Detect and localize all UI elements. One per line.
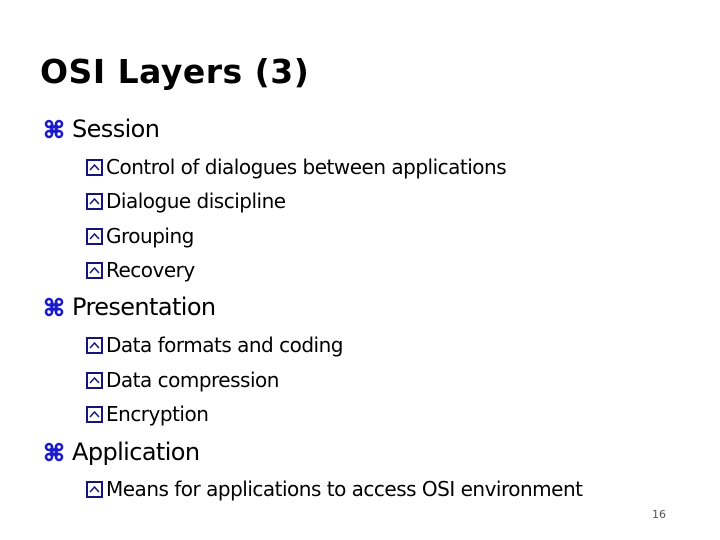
sub-bullet-text: Data compression	[106, 368, 279, 392]
sub-bullet: Data formats and coding	[86, 331, 343, 359]
bullet-presentation: Presentation	[44, 291, 216, 323]
sub-bullet-text: Grouping	[106, 224, 194, 248]
sub-bullet-text: Recovery	[106, 258, 195, 282]
sub-bullet: Grouping	[86, 222, 194, 250]
slide: OSI Layers (3) Session Control of dialog…	[0, 0, 720, 540]
sub-bullet-text: Data formats and coding	[106, 333, 343, 357]
boxed-caret-icon	[86, 480, 103, 498]
boxed-caret-icon	[86, 192, 103, 210]
bullet-label: Application	[72, 438, 200, 466]
sub-bullet: Means for applications to access OSI env…	[86, 475, 583, 503]
sub-bullet: Encryption	[86, 400, 209, 428]
boxed-caret-icon	[86, 336, 103, 354]
page-number: 16	[652, 508, 666, 521]
bullet-label: Session	[72, 115, 160, 143]
sub-bullet-text: Means for applications to access OSI env…	[106, 477, 583, 501]
command-key-icon	[44, 297, 64, 317]
boxed-caret-icon	[86, 405, 103, 423]
boxed-caret-icon	[86, 158, 103, 176]
boxed-caret-icon	[86, 261, 103, 279]
sub-bullet: Data compression	[86, 366, 279, 394]
sub-bullet: Control of dialogues between application…	[86, 153, 507, 181]
boxed-caret-icon	[86, 227, 103, 245]
sub-bullet-text: Control of dialogues between application…	[106, 155, 507, 179]
sub-bullet-text: Encryption	[106, 402, 209, 426]
bullet-label: Presentation	[72, 293, 216, 321]
bullet-application: Application	[44, 436, 200, 468]
command-key-icon	[44, 119, 64, 139]
boxed-caret-icon	[86, 371, 103, 389]
sub-bullet: Recovery	[86, 256, 195, 284]
command-key-icon	[44, 442, 64, 462]
bullet-session: Session	[44, 113, 160, 145]
sub-bullet: Dialogue discipline	[86, 187, 286, 215]
sub-bullet-text: Dialogue discipline	[106, 189, 286, 213]
slide-title: OSI Layers (3)	[40, 52, 310, 91]
